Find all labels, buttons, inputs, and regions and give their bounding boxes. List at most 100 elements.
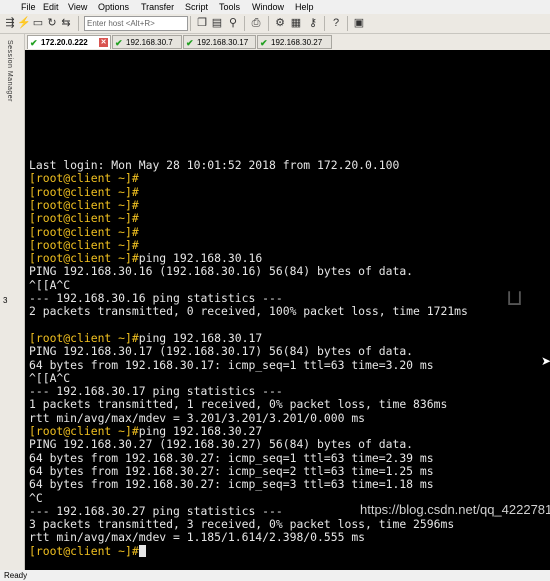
session-options-icon[interactable]: ▦ bbox=[289, 16, 303, 30]
connect-tab-icon[interactable]: ▭ bbox=[31, 16, 45, 30]
toolbar-divider bbox=[190, 16, 191, 31]
terminal-line: 1 packets transmitted, 1 received, 0% pa… bbox=[29, 398, 447, 411]
terminal-text: Last login: Mon May 28 10:01:52 2018 fro… bbox=[29, 158, 400, 172]
terminal-line: 2 packets transmitted, 0 received, 100% … bbox=[29, 305, 468, 318]
terminal-text: PING 192.168.30.27 (192.168.30.27) 56(84… bbox=[29, 437, 414, 452]
connect-icon[interactable]: ⇶ bbox=[3, 16, 17, 30]
terminal-text: --- 192.168.30.27 ping statistics --- bbox=[29, 503, 283, 518]
terminal-text: 1 packets transmitted, 1 received, 0% pa… bbox=[29, 397, 448, 412]
terminal-cursor bbox=[138, 544, 146, 557]
terminal-line: 64 bytes from 192.168.30.27: icmp_seq=3 … bbox=[29, 478, 434, 491]
terminal-line: rtt min/avg/max/mdev = 1.185/1.614/2.398… bbox=[29, 531, 365, 544]
terminal-line: Last login: Mon May 28 10:01:52 2018 fro… bbox=[29, 159, 399, 172]
disconnect-icon[interactable]: ⇆ bbox=[59, 16, 73, 30]
connected-check-icon: ✔ bbox=[186, 38, 194, 48]
copy-icon[interactable]: ❐ bbox=[195, 16, 209, 30]
shell-prompt: [root@client ~]# bbox=[29, 251, 139, 266]
terminal-line: --- 192.168.30.27 ping statistics --- bbox=[29, 503, 283, 518]
terminal-text: 2 packets transmitted, 0 received, 100% … bbox=[29, 304, 468, 319]
tab-192-168-30-27[interactable]: ✔ 192.168.30.27 bbox=[257, 35, 332, 49]
terminal-text: ^[[A^C bbox=[29, 277, 71, 292]
toolbar-divider bbox=[347, 16, 348, 31]
shell-prompt: [root@client ~]# bbox=[29, 224, 139, 239]
find-icon[interactable]: ⚲ bbox=[226, 16, 240, 30]
terminal-text: --- 192.168.30.17 ping statistics --- bbox=[29, 384, 283, 399]
screen-icon[interactable]: ▣ bbox=[352, 16, 366, 30]
status-text: Ready bbox=[4, 571, 28, 580]
terminal-line: --- 192.168.30.17 ping statistics --- bbox=[29, 385, 283, 398]
toolbar-divider bbox=[324, 16, 325, 31]
terminal-text: PING 192.168.30.16 (192.168.30.16) 56(84… bbox=[29, 264, 414, 279]
menu-view[interactable]: View bbox=[67, 0, 88, 14]
terminal-line: [root@client ~]# bbox=[29, 212, 139, 225]
terminal-line: rtt min/avg/max/mdev = 3.201/3.201/3.201… bbox=[29, 410, 366, 425]
terminal-text: ping 192.168.30.16 bbox=[138, 251, 263, 266]
menu-edit[interactable]: Edit bbox=[42, 0, 60, 14]
quick-connect-icon[interactable]: ⚡ bbox=[17, 16, 31, 30]
shell-prompt: [root@client ~]# bbox=[29, 424, 139, 438]
terminal-line: ^C bbox=[29, 490, 43, 505]
tab-label: 192.168.30.27 bbox=[271, 38, 323, 47]
terminal-line: 64 bytes from 192.168.30.27: icmp_seq=2 … bbox=[29, 463, 434, 478]
tab-172-20-0-222[interactable]: ✔ 172.20.0.222 ✕ bbox=[27, 35, 111, 49]
menu-options[interactable]: Options bbox=[97, 0, 130, 14]
connected-check-icon: ✔ bbox=[260, 38, 268, 48]
terminal-text: 64 bytes from 192.168.30.27: icmp_seq=2 … bbox=[29, 463, 434, 478]
terminal-line: 3 packets transmitted, 3 received, 0% pa… bbox=[29, 518, 454, 531]
tab-label: 192.168.30.7 bbox=[126, 38, 173, 47]
mouse-pointer-icon: ➤ bbox=[541, 354, 550, 368]
tab-label: 192.168.30.17 bbox=[197, 38, 249, 47]
close-tab-icon[interactable]: ✕ bbox=[99, 38, 108, 47]
host-input[interactable]: Enter host <Alt+R> bbox=[84, 16, 188, 31]
terminal-text: rtt min/avg/max/mdev = 1.185/1.614/2.398… bbox=[29, 530, 366, 545]
terminal-text: ping 192.168.30.27 bbox=[138, 424, 263, 438]
key-icon[interactable]: ⚷ bbox=[306, 16, 320, 30]
scroll-marker: ⊔ bbox=[506, 286, 524, 311]
shell-prompt: [root@client ~]# bbox=[29, 184, 139, 199]
terminal-line: 64 bytes from 192.168.30.27: icmp_seq=1 … bbox=[29, 451, 434, 465]
menu-file[interactable]: File bbox=[20, 0, 37, 14]
terminal-text: ^[[A^C bbox=[29, 370, 71, 385]
session-manager-label: Session Manager bbox=[6, 40, 13, 102]
terminal-window[interactable]: Last login: Mon May 28 10:01:52 2018 fro… bbox=[25, 50, 550, 570]
terminal-line: --- 192.168.30.16 ping statistics --- bbox=[29, 292, 283, 305]
menu-transfer[interactable]: Transfer bbox=[140, 0, 175, 14]
terminal-line: [root@client ~]# bbox=[29, 172, 139, 185]
terminal-line: PING 192.168.30.16 (192.168.30.16) 56(84… bbox=[29, 265, 413, 278]
shell-prompt: [root@client ~]# bbox=[29, 211, 139, 226]
shell-prompt: [root@client ~]# bbox=[29, 330, 139, 345]
terminal-line: ^[[A^C bbox=[29, 370, 71, 385]
terminal-line: PING 192.168.30.17 (192.168.30.17) 56(84… bbox=[29, 345, 413, 358]
terminal-line: PING 192.168.30.27 (192.168.30.27) 56(84… bbox=[29, 438, 413, 451]
terminal-line: [root@client ~]# bbox=[29, 184, 139, 199]
terminal-line: [root@client ~]# bbox=[29, 237, 139, 252]
terminal-line: [root@client ~]# bbox=[29, 224, 139, 239]
terminal-line: [root@client ~]#ping 192.168.30.17 bbox=[29, 330, 263, 345]
settings-icon[interactable]: ⚙ bbox=[273, 16, 287, 30]
paste-icon[interactable]: ▤ bbox=[210, 16, 224, 30]
terminal-line: [root@client ~]# bbox=[29, 543, 146, 558]
left-margin-marker: 3 bbox=[3, 296, 8, 305]
toolbar-divider bbox=[78, 16, 79, 31]
print-icon[interactable]: ⎙ bbox=[249, 16, 263, 30]
shell-prompt: [root@client ~]# bbox=[29, 543, 139, 558]
tab-192-168-30-17[interactable]: ✔ 192.168.30.17 bbox=[183, 35, 256, 49]
terminal-text: rtt min/avg/max/mdev = 3.201/3.201/3.201… bbox=[29, 410, 366, 425]
terminal-text: 64 bytes from 192.168.30.27: icmp_seq=3 … bbox=[29, 477, 434, 492]
tab-192-168-30-7[interactable]: ✔ 192.168.30.7 bbox=[112, 35, 182, 49]
connected-check-icon: ✔ bbox=[30, 38, 38, 48]
menu-help[interactable]: Help bbox=[294, 0, 315, 14]
toolbar-divider bbox=[244, 16, 245, 31]
shell-prompt: [root@client ~]# bbox=[29, 197, 139, 212]
menu-script[interactable]: Script bbox=[184, 0, 209, 14]
shell-prompt: [root@client ~]# bbox=[29, 171, 139, 186]
shell-prompt: [root@client ~]# bbox=[29, 237, 139, 252]
menu-tools[interactable]: Tools bbox=[218, 0, 241, 14]
reconnect-icon[interactable]: ↻ bbox=[45, 16, 59, 30]
terminal-text: ^C bbox=[29, 490, 43, 505]
menu-window[interactable]: Window bbox=[251, 0, 285, 14]
help-icon[interactable]: ? bbox=[329, 16, 343, 30]
watermark: https://blog.csdn.net/qq_42227818 bbox=[360, 502, 550, 517]
terminal-line: 64 bytes from 192.168.30.17: icmp_seq=1 … bbox=[29, 358, 434, 372]
terminal-text: ping 192.168.30.17 bbox=[138, 330, 263, 345]
